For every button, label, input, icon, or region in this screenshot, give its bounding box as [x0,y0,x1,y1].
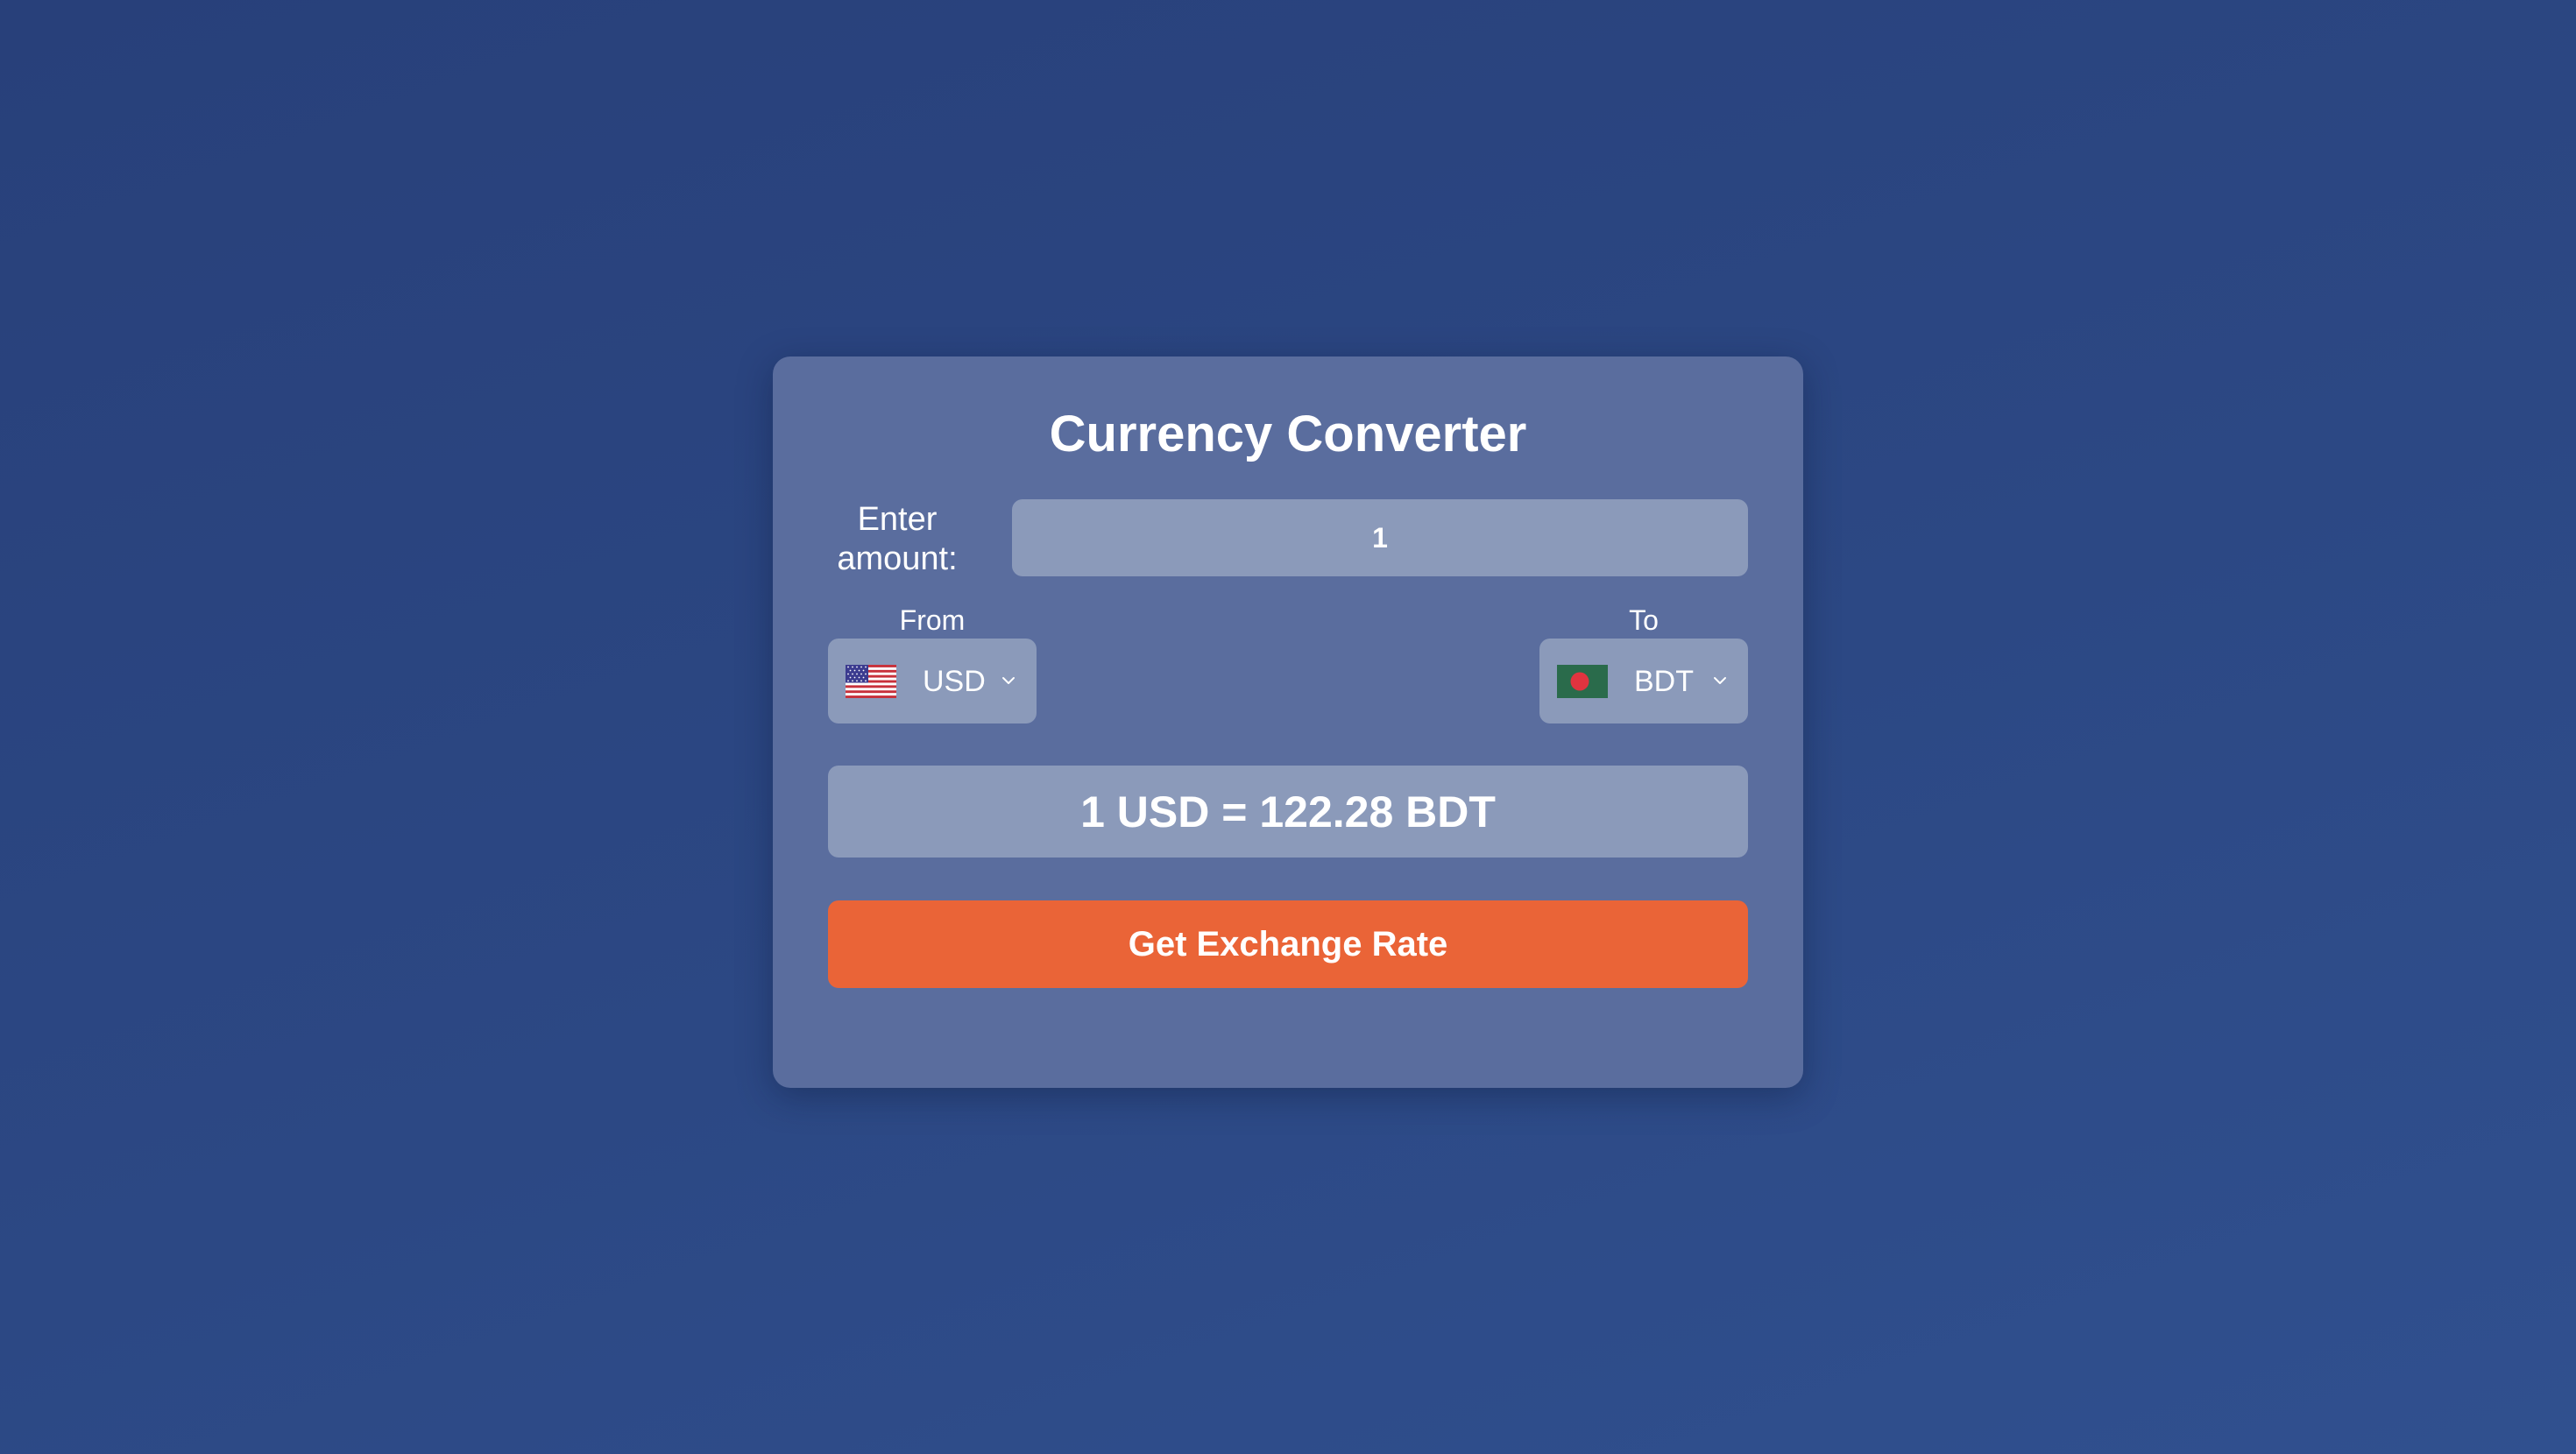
converter-card: Currency Converter Enter amount: From [773,356,1803,1088]
to-currency-code: BDT [1634,665,1694,698]
get-exchange-rate-button[interactable]: Get Exchange Rate [828,900,1748,988]
to-label: To [1629,604,1659,636]
amount-label: Enter amount: [837,501,958,577]
us-flag-icon [846,665,896,698]
amount-input[interactable] [1012,499,1748,576]
bangladesh-flag-icon [1557,665,1608,698]
from-label: From [899,604,966,636]
from-currency-code: USD [923,665,986,698]
exchange-result: 1 USD = 122.28 BDT [828,766,1748,858]
chevron-down-icon [1711,672,1729,689]
chevron-down-icon [1000,672,1017,689]
from-currency-select[interactable]: USD [828,639,1037,723]
to-currency-select[interactable]: BDT [1539,639,1748,723]
page-title: Currency Converter [1049,406,1527,462]
